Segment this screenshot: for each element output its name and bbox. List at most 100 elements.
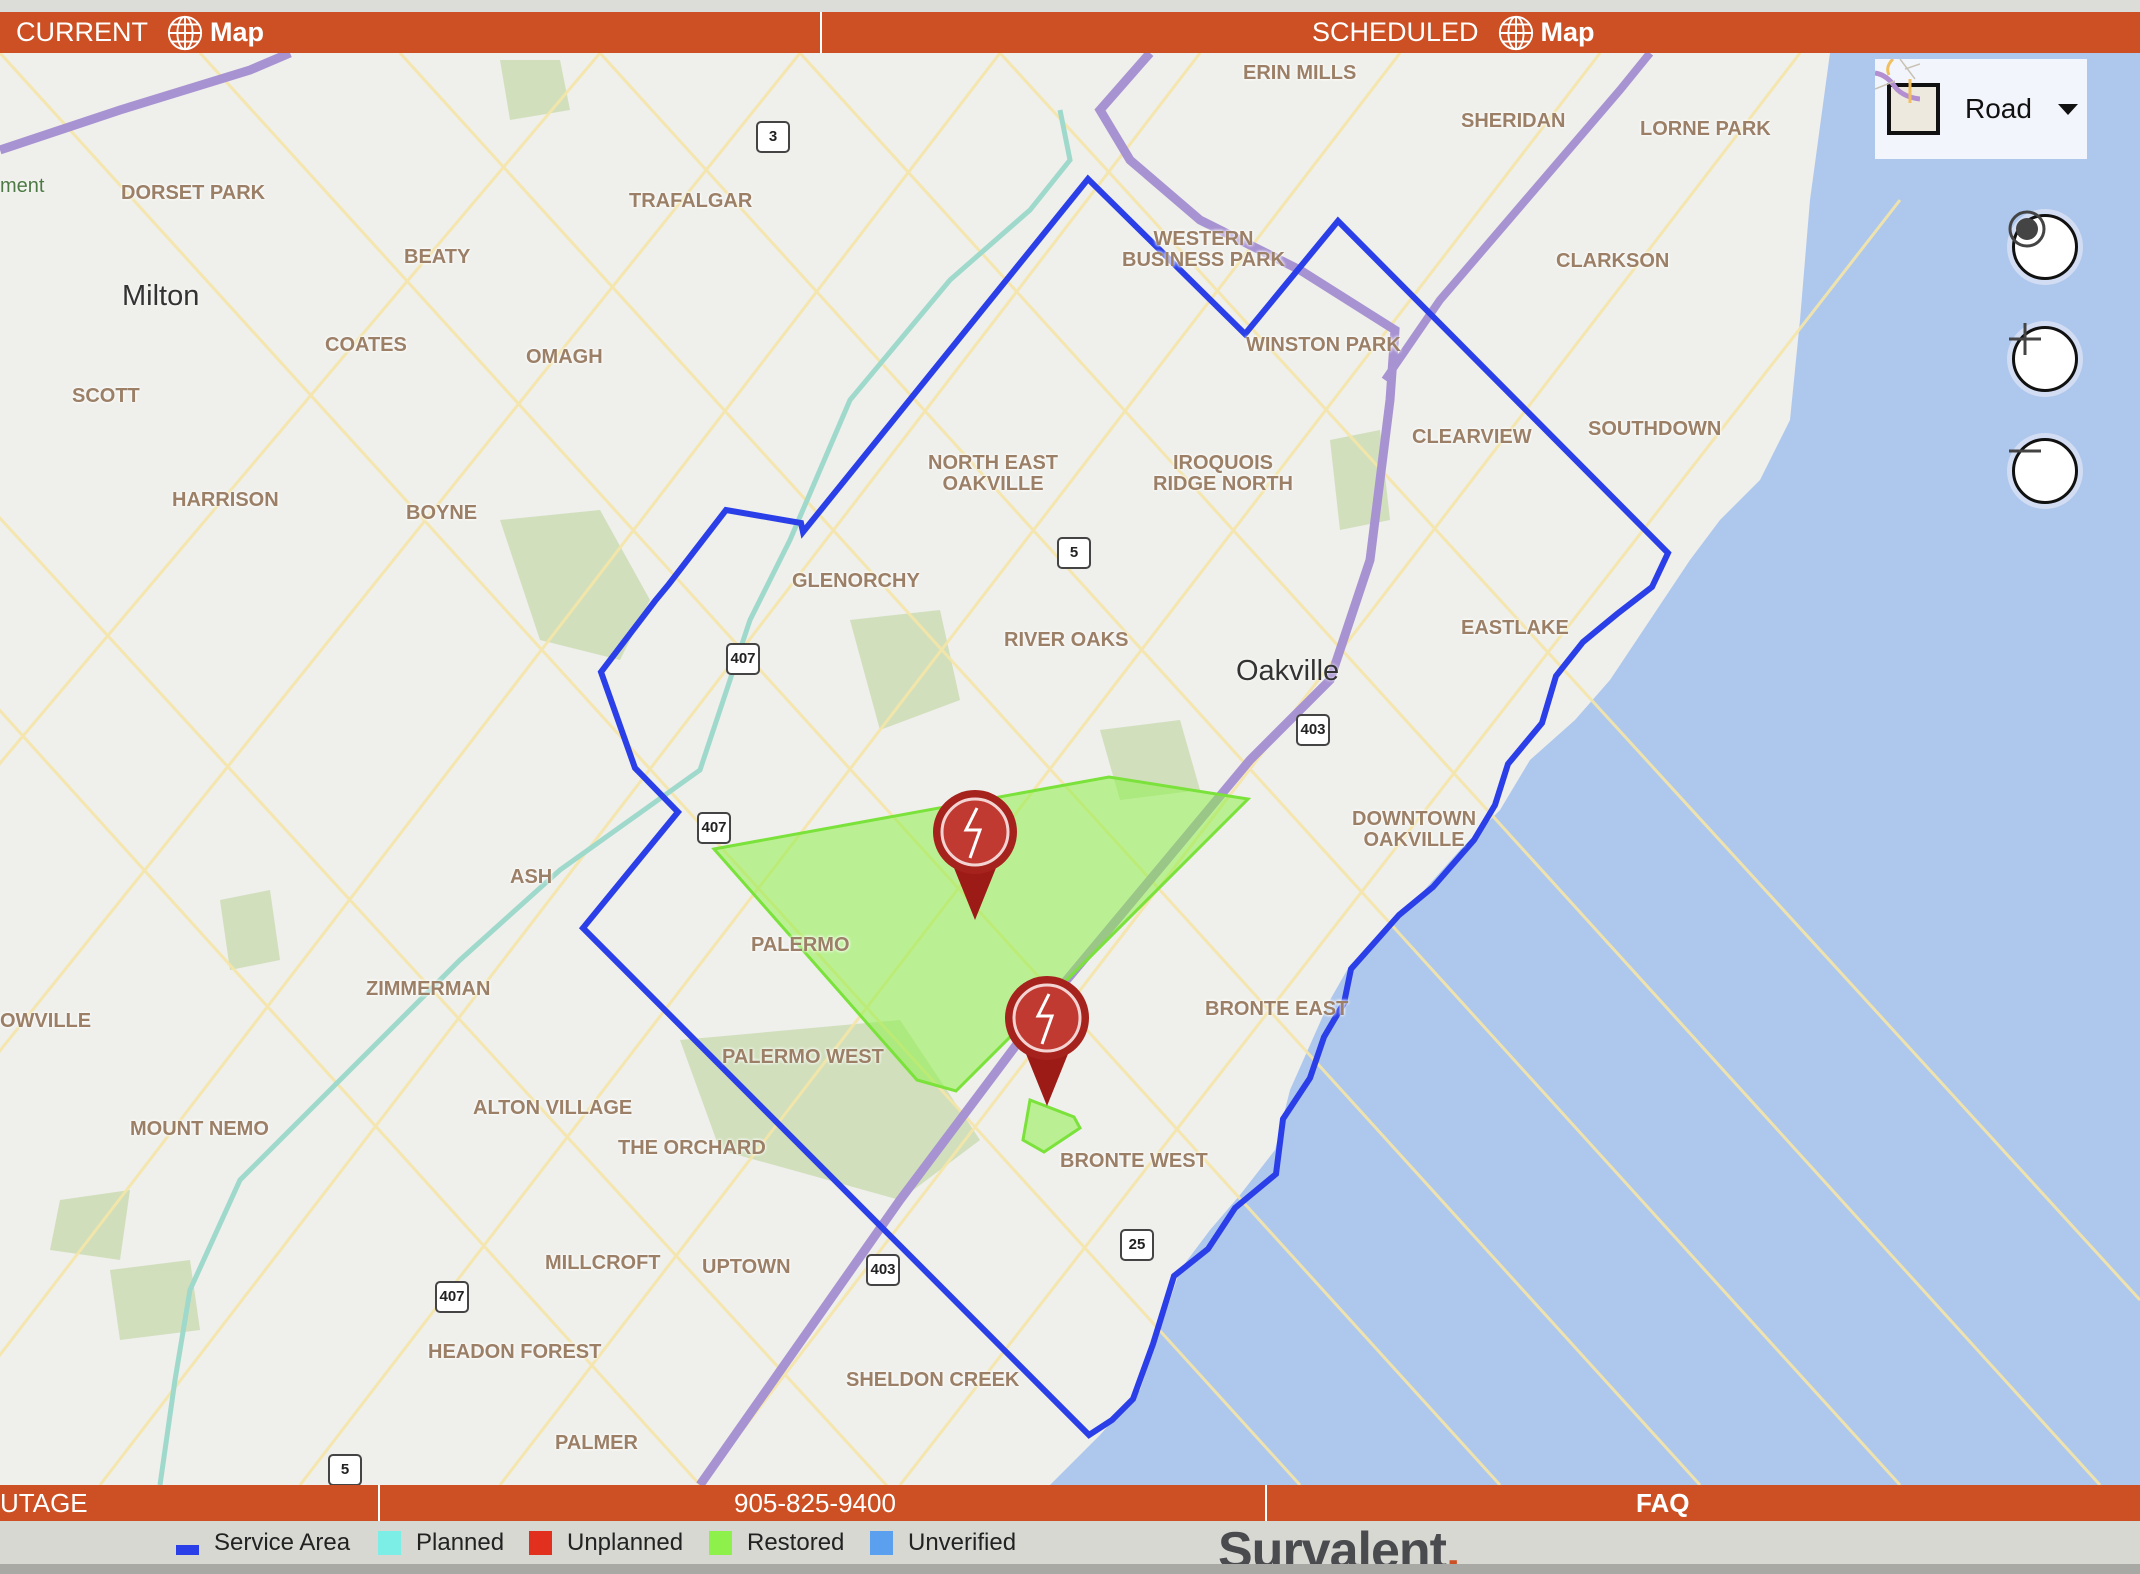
restored-swatch — [709, 1530, 732, 1555]
place-label: IROQUOIS RIDGE NORTH — [1153, 452, 1293, 495]
place-label: TRAFALGAR — [629, 190, 753, 212]
brand-name: Survalent — [1218, 1522, 1447, 1564]
city-label: Milton — [122, 280, 200, 312]
place-label: BEATY — [404, 246, 471, 268]
minus-icon — [2009, 449, 2041, 453]
place-label: RIVER OAKS — [1004, 629, 1129, 651]
map-base — [0, 53, 2140, 1485]
place-label: MILLCROFT — [545, 1252, 661, 1274]
zoom-out-button[interactable] — [2007, 433, 2083, 509]
highway-qew — [1381, 53, 1654, 383]
legend-label: Service Area — [214, 1528, 351, 1556]
unverified-swatch — [870, 1530, 893, 1555]
scheduled-label: SCHEDULED — [1312, 17, 1479, 47]
place-label: SHELDON CREEK — [846, 1369, 1020, 1391]
footer-bar: UTAGE 905-825-9400 FAQ — [0, 1485, 2140, 1521]
faq-link[interactable]: FAQ — [1636, 1485, 1689, 1521]
restored-area — [1021, 1097, 1082, 1154]
place-label: LORNE PARK — [1640, 118, 1771, 140]
header-divider — [820, 12, 822, 53]
place-label: BOYNE — [406, 502, 478, 524]
legend-label: Planned — [416, 1528, 505, 1556]
brand-dot: . — [1445, 1522, 1460, 1564]
highway-shield: 407 — [726, 643, 760, 675]
legend-label: Restored — [747, 1528, 845, 1556]
park — [850, 610, 960, 730]
place-label: PALMER — [555, 1432, 638, 1454]
place-label: OWVILLE — [0, 1010, 92, 1032]
place-label: DORSET PARK — [121, 182, 266, 204]
zoom-in-button[interactable] — [2007, 321, 2083, 397]
scheduled-map-label: Map — [1540, 17, 1595, 47]
scheduled-map-link[interactable]: SCHEDULED Map — [1312, 12, 1595, 53]
outage-map[interactable]: ERIN MILLS SHERIDAN LORNE PARK DORSET PA… — [0, 53, 2140, 1485]
place-label: GLENORCHY — [792, 570, 920, 592]
legend-label: Unplanned — [567, 1528, 684, 1556]
place-label: WESTERN BUSINESS PARK — [1122, 228, 1285, 271]
plus-icon — [2009, 323, 2041, 355]
legend-item-unplanned: Unplanned — [529, 1521, 683, 1564]
park — [500, 60, 570, 120]
map-layer-selector[interactable]: Road — [1875, 59, 2087, 159]
layer-selected-label: Road — [1965, 93, 2032, 124]
place-label: MOUNT NEMO — [130, 1118, 269, 1140]
place-label: SOUTHDOWN — [1588, 418, 1722, 440]
header-bar: CURRENT Map SCHEDULED Map — [0, 12, 2140, 53]
place-label: ERIN MILLS — [1243, 62, 1357, 84]
place-label: NORTH EAST OAKVILLE — [928, 452, 1058, 495]
footer-divider — [378, 1485, 380, 1521]
place-label: DOWNTOWN OAKVILLE — [1352, 808, 1477, 851]
legend-item-unverified: Unverified — [870, 1521, 1016, 1564]
legend-item-restored: Restored — [709, 1521, 844, 1564]
place-label: PALERMO WEST — [722, 1046, 884, 1068]
locate-button[interactable] — [2007, 209, 2083, 285]
bottom-strip — [0, 1564, 2140, 1574]
legend-item-planned: Planned — [378, 1521, 504, 1564]
outage-marker[interactable] — [1005, 976, 1089, 1106]
legend-label: Unverified — [908, 1528, 1017, 1556]
highway-shield: 407 — [435, 1281, 469, 1313]
place-label: HARRISON — [172, 489, 279, 511]
phone-number[interactable]: 905-825-9400 — [734, 1485, 896, 1521]
place-label: EASTLAKE — [1461, 617, 1569, 639]
edge-label: ment — [0, 175, 45, 197]
place-label: OMAGH — [526, 346, 603, 368]
place-label: CLARKSON — [1556, 250, 1670, 272]
place-label: WINSTON PARK — [1246, 334, 1401, 356]
service-area-swatch — [176, 1544, 199, 1555]
footer-divider — [1265, 1485, 1267, 1521]
place-label: HEADON FOREST — [428, 1341, 602, 1363]
place-label: ASH — [510, 866, 553, 888]
highway-shield: 5 — [1057, 537, 1091, 569]
locate-icon — [2008, 210, 2046, 248]
highway-shield: 407 — [697, 812, 731, 844]
legend-item-service-area: Service Area — [176, 1521, 350, 1564]
place-label: UPTOWN — [702, 1256, 791, 1278]
highway-shield: 25 — [1120, 1229, 1154, 1261]
highway-shield: 403 — [1296, 714, 1330, 746]
road-layer-icon — [1875, 59, 1940, 135]
current-map-label: Map — [210, 17, 264, 47]
planned-swatch — [378, 1530, 401, 1555]
caret-down-icon — [2057, 103, 2078, 115]
city-label: Oakville — [1236, 655, 1340, 687]
place-label: COATES — [325, 334, 407, 356]
globe-icon — [167, 15, 203, 50]
place-label: THE ORCHARD — [618, 1137, 766, 1159]
place-label: CLEARVIEW — [1412, 426, 1532, 448]
place-label: PALERMO — [751, 934, 850, 956]
highway-shield: 403 — [866, 1254, 900, 1286]
park — [220, 890, 280, 970]
globe-icon — [1498, 15, 1533, 50]
place-label: BRONTE WEST — [1060, 1150, 1208, 1172]
current-map-link[interactable]: CURRENT Map — [16, 12, 264, 53]
survalent-logo: Survalent. — [1218, 1521, 1459, 1564]
current-label: CURRENT — [16, 17, 148, 47]
place-label: SHERIDAN — [1461, 110, 1566, 132]
report-outage-link[interactable]: UTAGE — [0, 1485, 88, 1521]
place-label: ZIMMERMAN — [366, 978, 491, 1000]
top-strip — [0, 0, 2140, 12]
highway-shield: 3 — [756, 121, 790, 153]
place-label: ALTON VILLAGE — [473, 1097, 633, 1119]
place-label: SCOTT — [72, 385, 140, 407]
